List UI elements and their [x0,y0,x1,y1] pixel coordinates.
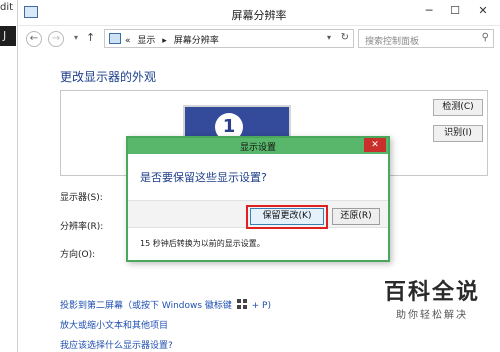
close-button[interactable]: ✕ [470,2,496,20]
page-heading: 更改显示器的外观 [60,70,157,84]
address-field[interactable]: « 显示 ▸ 屏幕分辨率 ▾ ↻ [104,29,354,48]
project-second-screen-link[interactable]: 投影到第二屏幕（或按下 Windows 徽标键 + P) [60,298,271,311]
identify-button[interactable]: 识别(I) [433,125,483,142]
background-editor-label: dit [0,2,14,13]
detect-button[interactable]: 检测(C) [433,99,483,116]
maximize-button[interactable]: ☐ [442,2,468,20]
address-dropdown-icon[interactable]: ▾ [327,33,331,42]
refresh-icon[interactable]: ↻ [341,32,349,43]
dialog-question: 是否要保留这些显示设置? [140,171,267,184]
orientation-label: 方向(O): [60,250,96,260]
breadcrumb-screen-resolution[interactable]: 屏幕分辨率 [174,36,219,46]
breadcrumb: « 显示 ▸ 屏幕分辨率 [125,33,223,46]
background-editor-badge: J [0,26,16,46]
enlarge-text-link[interactable]: 放大或缩小文本和其他项目 [60,318,168,331]
display-settings-dialog: 显示设置 ✕ 是否要保留这些显示设置? 保留更改(K) 还原(R) 15 秒钟后… [126,136,390,262]
dialog-button-area: 保留更改(K) 还原(R) [128,200,388,229]
watermark: 百科全说 助你轻松解决 [378,274,498,324]
dialog-title: 显示设置 [239,143,276,153]
watermark-subtitle: 助你轻松解决 [396,310,468,321]
revert-button[interactable]: 还原(R) [332,208,380,225]
keep-changes-button[interactable]: 保留更改(K) [250,208,324,225]
windows-logo-icon [236,299,247,309]
which-settings-link[interactable]: 我应该选择什么显示器设置? [60,338,173,351]
minimize-button[interactable]: ─ [416,2,442,20]
dialog-titlebar: 显示设置 ✕ [128,138,388,154]
breadcrumb-display[interactable]: 显示 [137,36,155,46]
address-toolbar: ← → ▾ ↑ « 显示 ▸ 屏幕分辨率 ▾ ↻ 搜索控制面板 ⚲ [18,26,500,50]
countdown-text: 15 秒钟后转换为以前的显示设置。 [140,239,265,248]
forward-icon[interactable]: → [48,31,64,47]
project-link-suffix[interactable]: + P) [252,301,271,311]
search-icon[interactable]: ⚲ [482,32,489,43]
control-panel-icon [109,33,121,44]
background-editor-strip: dit J [0,0,18,352]
screen-resolution-window: 屏幕分辨率 ─ ☐ ✕ ← → ▾ ↑ « 显示 ▸ 屏幕分辨率 ▾ ↻ 搜索控… [18,0,500,352]
resolution-label: 分辨率(R): [60,222,104,232]
breadcrumb-chevrons[interactable]: « [125,36,131,46]
dialog-close-button[interactable]: ✕ [364,138,386,152]
search-field[interactable]: 搜索控制面板 ⚲ [358,29,494,48]
back-icon[interactable]: ← [26,31,42,47]
up-icon[interactable]: ↑ [86,31,95,44]
project-link-text[interactable]: 投影到第二屏幕（或按下 Windows 徽标键 [60,301,232,311]
watermark-title: 百科全说 [384,280,481,305]
search-placeholder: 搜索控制面板 [365,37,420,47]
window-titlebar: 屏幕分辨率 ─ ☐ ✕ [18,0,500,26]
history-dropdown-icon[interactable]: ▾ [68,31,84,47]
breadcrumb-separator: ▸ [162,36,167,46]
display-label: 显示器(S): [60,193,103,203]
